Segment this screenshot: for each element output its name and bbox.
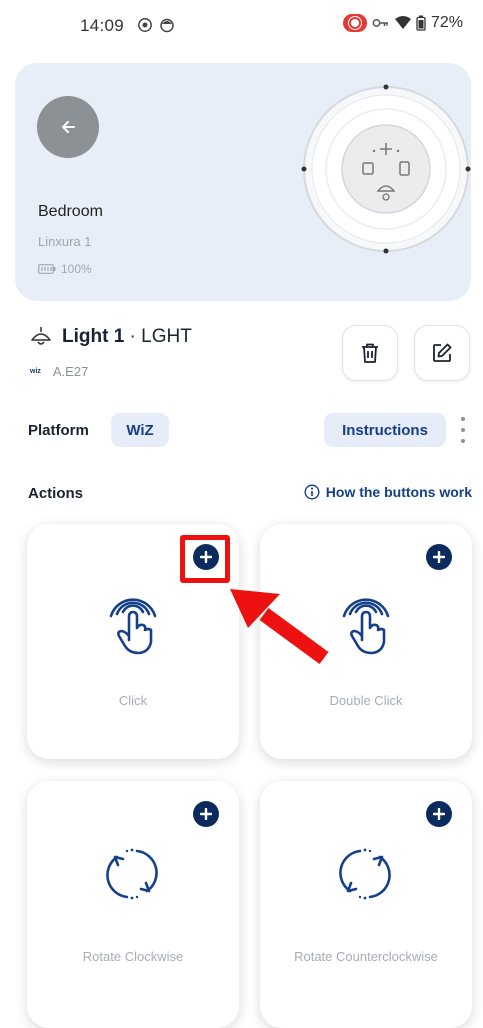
tap-icon xyxy=(342,598,390,655)
battery-icon xyxy=(416,15,426,31)
status-bar: 14:09 72% xyxy=(0,0,483,50)
light-subtitle: wiz A.E27 xyxy=(30,364,88,379)
add-action-button[interactable] xyxy=(193,801,219,827)
highlight-box xyxy=(180,535,230,583)
tap-icon xyxy=(109,598,157,655)
device-battery: 100% xyxy=(38,262,92,276)
device-name: Bedroom xyxy=(38,203,103,220)
action-label-rotate-clockwise: Rotate Clockwise xyxy=(82,949,184,964)
plus-icon xyxy=(433,808,445,820)
add-action-button[interactable] xyxy=(426,801,452,827)
rotate-counterclockwise-icon xyxy=(339,848,391,900)
action-card-rotate-counterclockwise[interactable]: Rotate Counterclockwise xyxy=(260,781,472,1028)
plus-icon xyxy=(433,551,445,563)
edit-button[interactable] xyxy=(414,325,470,381)
red-arrow-icon xyxy=(230,589,329,665)
trash-icon xyxy=(362,343,378,363)
back-button[interactable] xyxy=(37,96,99,158)
actions-label: Actions xyxy=(28,485,84,502)
light-title: Light 1 · LGHT xyxy=(62,326,192,348)
device-model: Linxura 1 xyxy=(38,234,92,249)
device-battery-value: 100% xyxy=(61,262,92,276)
device-image xyxy=(301,84,471,254)
light-separator: · xyxy=(124,326,142,347)
record-icon xyxy=(138,18,152,32)
wiz-logo: wiz xyxy=(30,368,41,375)
add-action-button[interactable] xyxy=(426,544,452,570)
ceiling-light-icon xyxy=(31,327,51,345)
light-code: LGHT xyxy=(141,326,192,347)
device-header-card: Bedroom Linxura 1 100% xyxy=(15,63,471,301)
key-icon xyxy=(372,19,388,27)
light-name: Light 1 xyxy=(62,326,125,347)
light-title-row: Light 1 · LGHT xyxy=(30,326,192,348)
face-icon xyxy=(160,18,174,33)
info-icon xyxy=(304,484,320,500)
instructions-button[interactable]: Instructions xyxy=(324,413,446,447)
action-card-rotate-clockwise[interactable]: Rotate Clockwise xyxy=(27,781,239,1028)
platform-chip[interactable]: WiZ xyxy=(111,413,169,447)
status-time: 14:09 xyxy=(80,16,125,35)
more-options-icon[interactable] xyxy=(457,414,469,446)
rotate-clockwise-icon xyxy=(106,848,158,900)
edit-icon xyxy=(433,343,452,362)
delete-button[interactable] xyxy=(342,325,398,381)
battery-percent: 72% xyxy=(430,14,463,31)
platform-label: Platform xyxy=(28,422,89,439)
battery-icon xyxy=(38,264,56,274)
screen-record-icon xyxy=(342,14,367,32)
arrow-left-icon xyxy=(62,121,75,133)
how-buttons-work-label: How the buttons work xyxy=(325,484,472,500)
wifi-icon xyxy=(394,16,411,29)
status-right: 72% xyxy=(342,14,463,32)
action-label-double-click: Double Click xyxy=(329,693,403,708)
plus-icon xyxy=(200,808,212,820)
how-buttons-work-link[interactable]: How the buttons work xyxy=(304,484,472,500)
action-label-click: Click xyxy=(118,693,148,708)
action-label-rotate-counterclockwise: Rotate Counterclockwise xyxy=(294,949,438,964)
bulb-type: A.E27 xyxy=(52,364,89,379)
